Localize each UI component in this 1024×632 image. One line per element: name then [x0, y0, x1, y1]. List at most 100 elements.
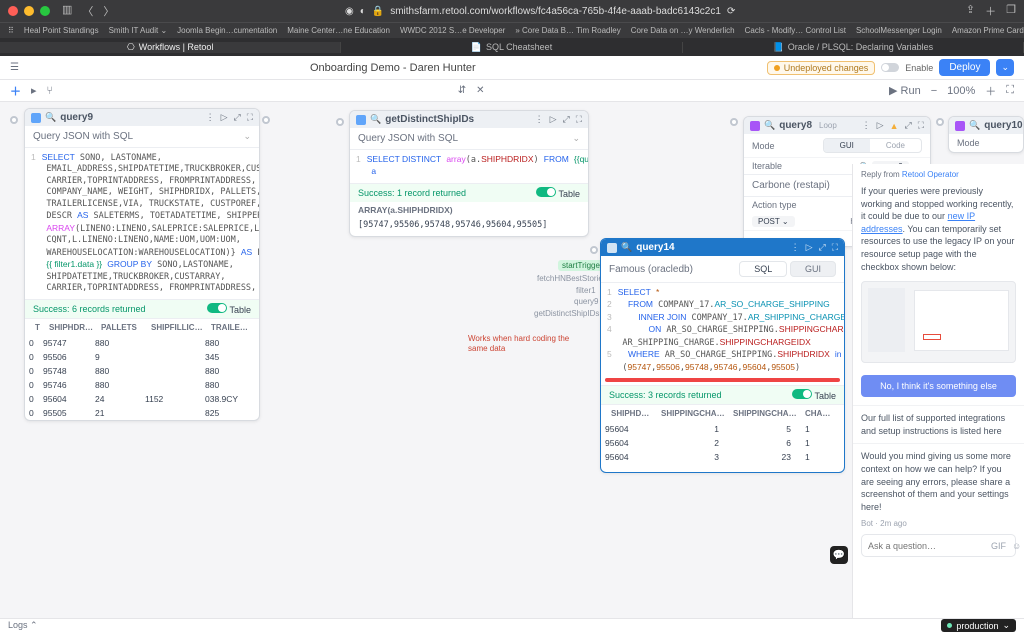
collapse-icon[interactable]: ⤢ — [904, 120, 911, 131]
table-toggle[interactable] — [536, 187, 556, 197]
bookmark-item[interactable]: Joomla Begin…cumentation — [177, 26, 277, 35]
nav-back-icon[interactable]: 〈 — [82, 3, 93, 19]
env-selector[interactable]: production ⌄ — [941, 619, 1016, 632]
table-toggle[interactable] — [207, 303, 227, 313]
sidebar-toggle-icon[interactable]: ▥ — [62, 3, 72, 19]
window-close[interactable] — [8, 6, 18, 16]
flow-badge[interactable]: fetchHNBestStories — [537, 274, 607, 283]
close-all-icon[interactable]: ✕ — [476, 85, 484, 96]
bookmark-item[interactable]: Heal Point Standings — [24, 26, 99, 35]
node-title[interactable]: query8 — [779, 120, 812, 131]
node-getdistinctshipids[interactable]: 🔍 getDistinctShipIDs ⋮ ▷ ⤢ ⛶ Query JSON with… — [349, 110, 589, 237]
enable-toggle[interactable] — [881, 63, 899, 72]
workflow-title[interactable]: Onboarding Demo - Daren Hunter — [310, 62, 476, 74]
sql-editor[interactable]: 1SELECT SONO, LASTONAME, EMAIL_ADDRESS,S… — [25, 148, 259, 299]
search-icon[interactable]: 🔍 — [45, 112, 56, 123]
sql-editor[interactable]: 1SELECT DISTINCT array(a.SHIPHDRIDX) FRO… — [350, 150, 588, 183]
resource-select[interactable]: Query JSON with SQL — [33, 131, 133, 142]
browser-tab[interactable]: 📘Oracle / PLSQL: Declaring Variables — [683, 42, 1024, 53]
resource-select[interactable]: Carbone (restapi) — [752, 180, 830, 191]
node-title[interactable]: getDistinctShipIDs — [385, 114, 474, 125]
method-select[interactable]: POST ⌄ — [752, 216, 795, 227]
results-body[interactable]: 095747880880 0955069345 095748880880 095… — [25, 336, 259, 420]
workflow-canvas[interactable]: 🔍 query9 ⋮ ▷ ⤢ ⛶ Query JSON with SQL ⌄ 1SELEC… — [0, 102, 1024, 618]
window-zoom[interactable] — [40, 6, 50, 16]
share-icon[interactable]: ⇪ — [966, 3, 975, 19]
collapse-icon[interactable]: ⤢ — [562, 114, 569, 125]
browser-tab[interactable]: 📄SQL Cheatsheet — [341, 42, 682, 53]
bookmark-item[interactable]: Maine Center…ne Education — [287, 26, 390, 35]
expand-icon[interactable]: ⛶ — [247, 112, 253, 123]
resource-select[interactable]: Query JSON with SQL — [358, 133, 458, 144]
flow-badge[interactable]: filter1 — [576, 286, 596, 295]
docs-link[interactable]: listed here — [960, 426, 1002, 436]
run-node-icon[interactable]: ▷ — [550, 114, 557, 125]
bookmark-item[interactable]: SchoolMessenger Login — [856, 26, 942, 35]
flow-badge[interactable]: query9 — [574, 297, 598, 306]
new-tab-icon[interactable]: ＋ — [985, 3, 996, 19]
chat-option-button[interactable]: No, I think it's something else — [861, 375, 1016, 397]
collapse-icon[interactable]: ⤢ — [233, 112, 240, 123]
node-query14[interactable]: 🔍query14 ⋮▷⤢⛶ Famous (oracledb) SQL GUI … — [600, 238, 845, 473]
gui-tab[interactable]: GUI — [790, 261, 836, 277]
chevron-down-icon[interactable]: ⌄ — [243, 131, 251, 142]
nav-forward-icon[interactable]: 〉 — [103, 3, 114, 19]
chevron-up-icon[interactable]: ⌃ — [30, 620, 38, 630]
node-query10[interactable]: 🔍query10 Mode — [948, 116, 1024, 153]
more-icon[interactable]: ⋮ — [535, 114, 544, 125]
gif-icon[interactable]: GIF — [991, 541, 1006, 551]
search-icon[interactable]: 🔍 — [969, 120, 980, 131]
reload-icon[interactable]: ⟳ — [727, 6, 735, 17]
collapse-icon[interactable]: ⤢ — [818, 242, 825, 253]
undeployed-badge[interactable]: Undeployed changes — [767, 61, 876, 75]
operator-link[interactable]: Retool Operator — [902, 170, 959, 179]
chat-input[interactable] — [868, 541, 985, 551]
run-node-icon[interactable]: ▷ — [806, 242, 813, 253]
search-icon[interactable]: 🔍 — [764, 120, 775, 131]
run-button[interactable]: ▶ Run — [889, 84, 921, 97]
browser-tab[interactable]: ⎔Workflows | Retool — [0, 42, 341, 53]
search-icon[interactable]: 🔍 — [621, 242, 632, 253]
bookmark-item[interactable]: Cacls - Modify… Control List — [745, 26, 846, 35]
sql-editor[interactable]: 1SELECT * 2 FROM COMPANY_17.AR_SO_CHARGE… — [601, 283, 844, 378]
cursor-icon[interactable]: ▸ — [31, 84, 37, 97]
expand-icon[interactable]: ⛶ — [576, 114, 582, 125]
node-title[interactable]: query9 — [60, 112, 93, 123]
node-query9[interactable]: 🔍 query9 ⋮ ▷ ⤢ ⛶ Query JSON with SQL ⌄ 1SELEC… — [24, 108, 260, 421]
run-node-icon[interactable]: ▷ — [221, 112, 228, 123]
search-icon[interactable]: 🔍 — [370, 114, 381, 125]
results-body[interactable]: 95604151 95604261 956043231 — [601, 422, 844, 472]
bookmark-item[interactable]: WWDC 2012 S…e Developer — [400, 26, 505, 35]
expand-icon[interactable]: ⛶ — [832, 242, 838, 253]
zoom-out-icon[interactable]: − — [931, 85, 937, 97]
run-node-icon[interactable]: ▷ — [877, 120, 884, 131]
assistant-launcher-icon[interactable]: 💬 — [830, 546, 848, 564]
bookmark-item[interactable]: » Core Data B… Tim Roadley — [515, 26, 620, 35]
mode-segment[interactable]: GUICode — [823, 138, 922, 153]
expand-icon[interactable]: ⇵ — [458, 85, 466, 96]
sql-tab[interactable]: SQL — [739, 261, 787, 277]
resource-select[interactable]: Famous (oracledb) — [609, 264, 693, 275]
address-bar[interactable]: smithsfarm.retool.com/workflows/fc4a56ca… — [390, 6, 721, 17]
node-title[interactable]: query14 — [636, 242, 674, 253]
chevron-down-icon[interactable]: ⌄ — [572, 133, 580, 144]
deploy-button[interactable]: Deploy — [939, 59, 990, 76]
more-icon[interactable]: ⋮ — [206, 112, 215, 123]
bookmark-item[interactable]: Core Data on …y Wenderlich — [631, 26, 735, 35]
bookmark-item[interactable]: Amazon Prime Card — [952, 26, 1024, 35]
branch-icon[interactable]: ⑂ — [47, 85, 54, 97]
zoom-in-icon[interactable]: ＋ — [985, 83, 996, 99]
menu-icon[interactable]: ☰ — [10, 62, 19, 73]
flow-badge[interactable]: getDistinctShipIDs — [534, 309, 599, 318]
deploy-dropdown[interactable]: ⌄ — [996, 59, 1014, 76]
add-block-icon[interactable]: ＋ — [10, 83, 21, 99]
fit-icon[interactable]: ⛶ — [1006, 84, 1014, 97]
window-minimize[interactable] — [24, 6, 34, 16]
table-toggle[interactable] — [792, 389, 812, 399]
apps-icon[interactable]: ⠿ — [8, 26, 14, 35]
expand-icon[interactable]: ⛶ — [918, 120, 924, 131]
more-icon[interactable]: ⋮ — [791, 242, 800, 253]
node-title[interactable]: query10 — [984, 120, 1022, 131]
bookmark-item[interactable]: Smith IT Audit ⌄ — [109, 26, 168, 35]
more-icon[interactable]: ⋮ — [862, 120, 871, 131]
